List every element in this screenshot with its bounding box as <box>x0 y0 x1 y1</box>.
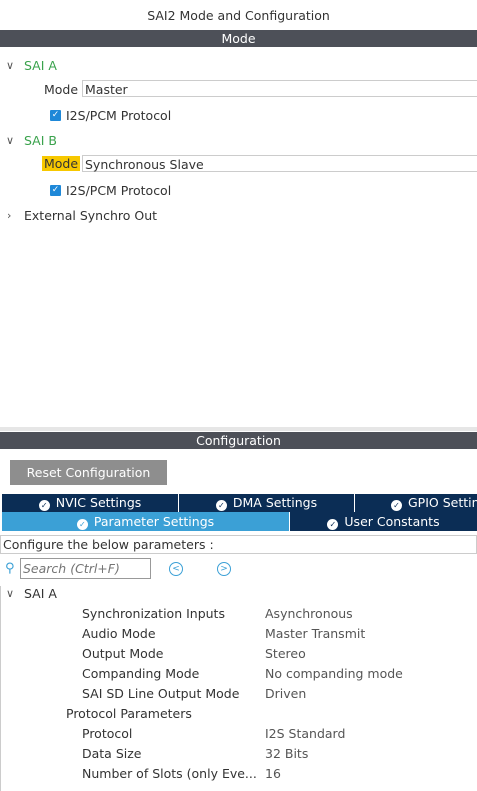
tab-user-constants[interactable]: ✓ User Constants <box>289 512 477 531</box>
chevron-down-icon: ∨ <box>6 59 15 72</box>
tab-label: Parameter Settings <box>93 514 215 529</box>
next-result-icon[interactable]: > <box>217 562 231 576</box>
external-synchro-label: External Synchro Out <box>24 208 158 223</box>
param-value[interactable]: Asynchronous <box>265 606 353 621</box>
param-value[interactable]: Master Transmit <box>265 626 365 641</box>
reset-configuration-button[interactable]: Reset Configuration <box>10 460 167 485</box>
sai-b-protocol-checkbox[interactable]: ✓ <box>50 185 61 196</box>
param-value[interactable]: I2S Standard <box>265 726 345 741</box>
param-name: Output Mode <box>82 646 164 661</box>
param-value[interactable]: 16 <box>265 766 281 781</box>
param-name: Number of Slots (only Eve... <box>82 766 257 781</box>
splitter-handle[interactable] <box>0 427 477 431</box>
sai-a-label: SAI A <box>24 58 57 73</box>
chevron-down-icon: ∨ <box>6 134 15 147</box>
param-subgroup-label: Protocol Parameters <box>66 706 192 721</box>
param-name: Synchronization Inputs <box>82 606 225 621</box>
tab-label: DMA Settings <box>232 495 318 510</box>
check-circle-icon: ✓ <box>38 500 50 511</box>
params-group-label: SAI A <box>24 586 57 601</box>
tab-label: NVIC Settings <box>55 495 142 510</box>
check-circle-icon: ✓ <box>391 500 402 511</box>
tab-label: GPIO Settings <box>408 495 477 510</box>
configuration-header-bar: Configuration <box>0 432 477 449</box>
param-value[interactable]: Driven <box>265 686 306 701</box>
tree-border <box>0 586 1 791</box>
previous-result-icon[interactable]: < <box>169 562 183 576</box>
sai-a-protocol-label: I2S/PCM Protocol <box>66 108 172 123</box>
param-value[interactable]: No companding mode <box>265 666 403 681</box>
param-name: SAI SD Line Output Mode <box>82 686 240 701</box>
param-value[interactable]: Stereo <box>265 646 306 661</box>
chevron-down-icon: ∨ <box>6 587 15 600</box>
tab-parameter-settings[interactable]: ✓ Parameter Settings <box>2 512 289 531</box>
sai-a-protocol-checkbox[interactable]: ✓ <box>50 110 61 121</box>
sai-b-label: SAI B <box>24 133 57 148</box>
external-synchro-toggle[interactable]: › <box>7 207 11 222</box>
tab-dma-settings[interactable]: ✓ DMA Settings <box>178 494 354 512</box>
window-title: SAI2 Mode and Configuration <box>147 8 330 23</box>
param-name: Audio Mode <box>82 626 156 641</box>
configure-description: Configure the below parameters : <box>0 535 477 554</box>
check-circle-icon: ✓ <box>215 500 227 511</box>
check-circle-icon: ✓ <box>76 519 88 530</box>
search-icon: ⚲ <box>5 561 15 576</box>
sai-b-mode-select[interactable]: Synchronous Slave <box>82 155 477 172</box>
check-circle-icon: ✓ <box>327 519 339 530</box>
param-value[interactable]: 32 Bits <box>265 746 308 761</box>
sai-a-mode-select[interactable]: Master <box>82 80 477 97</box>
sai-b-mode-label: Mode <box>42 156 81 171</box>
params-group-toggle[interactable]: ∨ <box>6 585 14 600</box>
search-input[interactable] <box>20 558 151 579</box>
param-name: Protocol <box>82 726 133 741</box>
tab-label: User Constants <box>344 514 440 529</box>
param-name: Data Size <box>82 746 142 761</box>
tab-nvic-settings[interactable]: ✓ NVIC Settings <box>2 494 178 512</box>
sai-a-toggle[interactable]: ∨ <box>6 57 14 72</box>
chevron-right-icon: › <box>7 209 12 222</box>
mode-header-bar: Mode <box>0 30 477 47</box>
tab-gpio-settings[interactable]: ✓ GPIO Settings <box>354 494 477 512</box>
sai-b-protocol-label: I2S/PCM Protocol <box>66 183 172 198</box>
param-name: Companding Mode <box>82 666 200 681</box>
sai-a-mode-label: Mode <box>44 82 79 97</box>
sai-b-toggle[interactable]: ∨ <box>6 132 14 147</box>
